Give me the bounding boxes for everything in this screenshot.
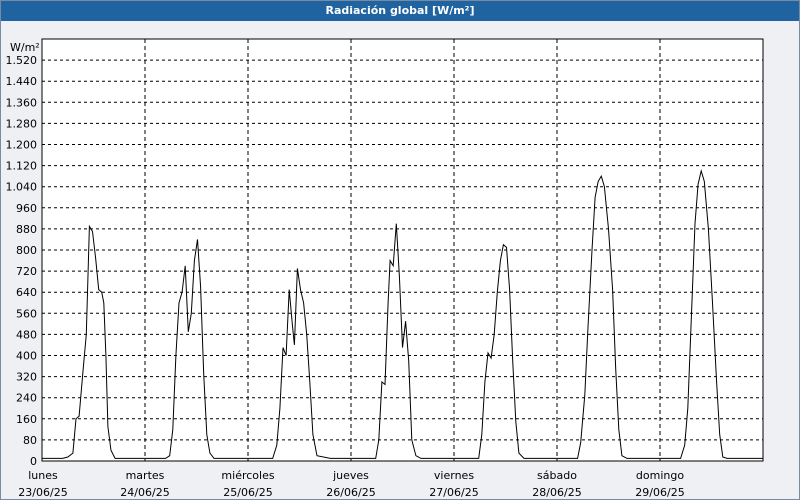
y-tick-label: 1.280 bbox=[6, 117, 38, 130]
y-tick-label: 1.520 bbox=[6, 54, 38, 67]
x-tick-date-label: 23/06/25 bbox=[18, 486, 67, 499]
chart-window: Radiación global [W/m²] W/m² 0 80 160 240 320… bbox=[0, 0, 800, 500]
y-tick-label: 1.120 bbox=[6, 160, 38, 173]
y-tick-label: 80 bbox=[23, 434, 37, 447]
y-tick-label: 0 bbox=[30, 455, 37, 468]
y-tick-label: 1.440 bbox=[6, 75, 38, 88]
chart-title: Radiación global [W/m²] bbox=[1, 1, 799, 21]
x-tick-date-label: 24/06/25 bbox=[120, 486, 169, 499]
x-tick-date-label: 29/06/25 bbox=[635, 486, 684, 499]
x-tick-day-label: martes bbox=[126, 469, 165, 482]
y-tick-label: 240 bbox=[16, 392, 37, 405]
y-tick-label: 1.200 bbox=[6, 139, 38, 152]
y-tick-label: 880 bbox=[16, 223, 37, 236]
x-tick-day-label: viernes bbox=[434, 469, 474, 482]
x-tick-date-label: 25/06/25 bbox=[223, 486, 272, 499]
y-tick-label: 1.040 bbox=[6, 181, 38, 194]
y-tick-label: 720 bbox=[16, 265, 37, 278]
x-tick-day-label: miércoles bbox=[221, 469, 274, 482]
y-tick-label: 640 bbox=[16, 286, 37, 299]
y-tick-label: 560 bbox=[16, 307, 37, 320]
x-tick-date-label: 28/06/25 bbox=[532, 486, 581, 499]
radiation-chart: W/m² 0 80 160 240 320 400 480 560 640 720 800 880 960… bbox=[6, 38, 764, 499]
y-tick-label: 400 bbox=[16, 350, 37, 363]
x-tick-day-label: domingo bbox=[636, 469, 684, 482]
y-axis-unit-label: W/m² bbox=[10, 41, 40, 54]
y-tick-label: 800 bbox=[16, 244, 37, 257]
y-tick-label: 320 bbox=[16, 371, 37, 384]
x-tick-date-label: 27/06/25 bbox=[429, 486, 478, 499]
y-tick-label: 160 bbox=[16, 413, 37, 426]
x-tick-day-label: sábado bbox=[537, 469, 577, 482]
y-tick-label: 960 bbox=[16, 202, 37, 215]
x-tick-day-label: jueves bbox=[332, 469, 369, 482]
x-tick-date-label: 26/06/25 bbox=[326, 486, 375, 499]
x-tick-day-label: lunes bbox=[28, 469, 58, 482]
y-tick-label: 480 bbox=[16, 328, 37, 341]
y-tick-label: 1.360 bbox=[6, 96, 38, 109]
